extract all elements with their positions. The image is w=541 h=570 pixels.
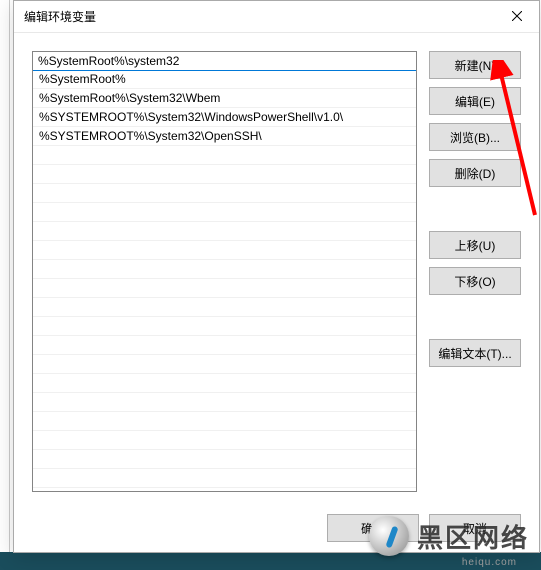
buttons-column: 新建(N) 编辑(E) 浏览(B)... 删除(D) 上移(U) 下移(O) 编… (429, 51, 521, 492)
move-up-button[interactable]: 上移(U) (429, 231, 521, 259)
ok-button[interactable]: 确定 (327, 514, 419, 542)
list-item[interactable]: %SystemRoot%\system32 (32, 51, 417, 71)
delete-button[interactable]: 删除(D) (429, 159, 521, 187)
list-item[interactable] (33, 450, 416, 469)
list-item[interactable] (33, 146, 416, 165)
list-item[interactable] (33, 355, 416, 374)
list-item[interactable]: %SystemRoot%\System32\Wbem (33, 89, 416, 108)
list-item[interactable] (33, 336, 416, 355)
list-item[interactable] (33, 241, 416, 260)
close-icon (512, 11, 522, 21)
list-item[interactable] (33, 412, 416, 431)
new-button[interactable]: 新建(N) (429, 51, 521, 79)
list-item[interactable]: %SYSTEMROOT%\System32\WindowsPowerShell\… (33, 108, 416, 127)
path-listbox[interactable]: %SystemRoot%\system32%SystemRoot%%System… (32, 51, 417, 492)
list-item[interactable] (33, 260, 416, 279)
list-item[interactable] (33, 184, 416, 203)
edit-env-var-dialog: 编辑环境变量 %SystemRoot%\system32%SystemRoot%… (13, 0, 540, 553)
close-button[interactable] (494, 1, 539, 31)
dialog-title: 编辑环境变量 (24, 8, 96, 25)
list-item[interactable] (33, 298, 416, 317)
list-item[interactable] (33, 469, 416, 488)
list-item[interactable] (33, 222, 416, 241)
dialog-bottom-buttons: 确定 取消 (327, 514, 521, 542)
list-item[interactable] (33, 374, 416, 393)
list-item[interactable] (33, 165, 416, 184)
list-item[interactable] (33, 431, 416, 450)
edit-button[interactable]: 编辑(E) (429, 87, 521, 115)
move-down-button[interactable]: 下移(O) (429, 267, 521, 295)
list-item[interactable] (33, 279, 416, 298)
list-item[interactable]: %SystemRoot% (33, 70, 416, 89)
list-item[interactable] (33, 203, 416, 222)
list-item[interactable]: %SYSTEMROOT%\System32\OpenSSH\ (33, 127, 416, 146)
titlebar[interactable]: 编辑环境变量 (14, 1, 539, 33)
edit-text-button[interactable]: 编辑文本(T)... (429, 339, 521, 367)
browse-button[interactable]: 浏览(B)... (429, 123, 521, 151)
list-item[interactable] (33, 393, 416, 412)
list-item[interactable] (33, 317, 416, 336)
cancel-button[interactable]: 取消 (429, 514, 521, 542)
